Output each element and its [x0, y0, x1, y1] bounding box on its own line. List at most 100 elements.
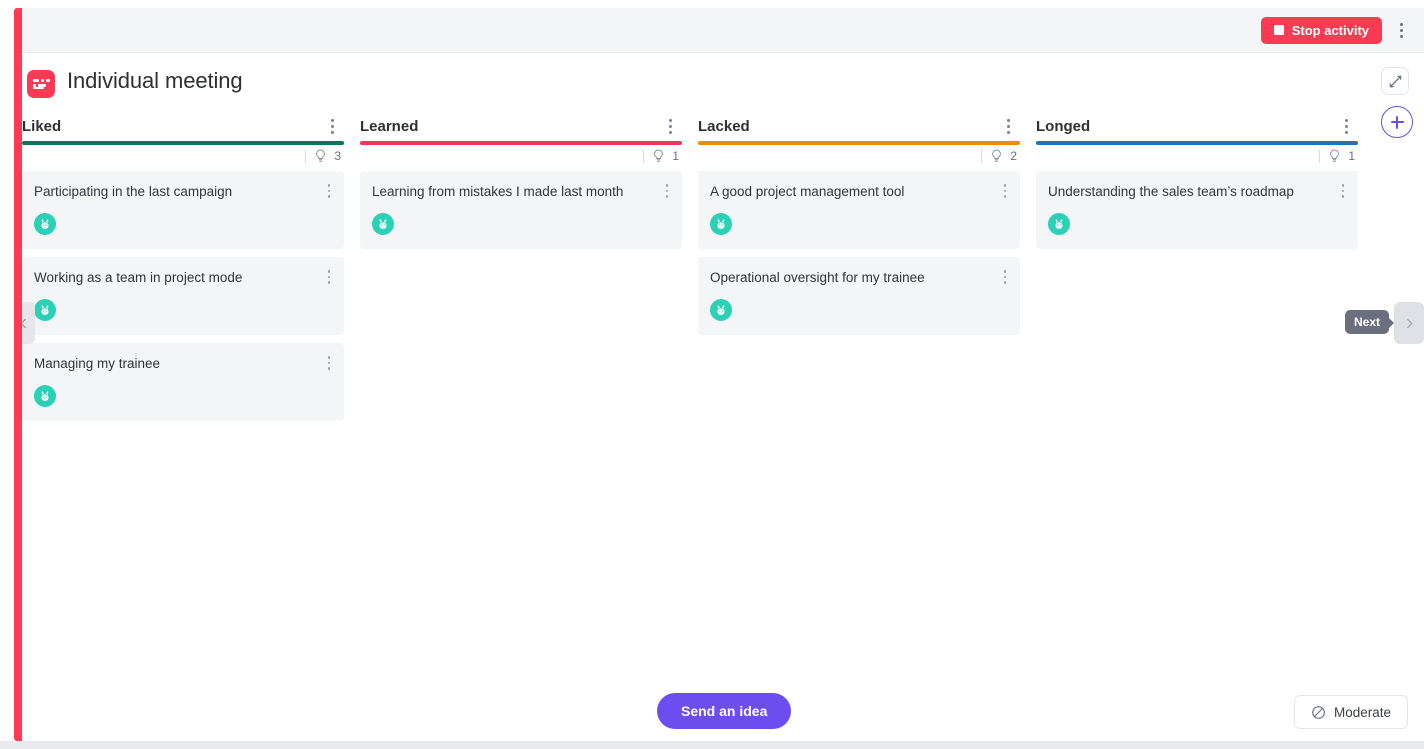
rabbit-avatar-icon — [379, 219, 387, 230]
avatar — [1048, 213, 1070, 236]
column-title: Longed — [1036, 117, 1091, 135]
kebab-dot — [1399, 22, 1403, 26]
avatar — [710, 299, 732, 322]
kebab-dot — [327, 184, 331, 187]
avatar — [710, 213, 732, 236]
kebab-dot — [327, 195, 331, 198]
rabbit-avatar-icon — [717, 219, 725, 230]
kebab-dot — [1003, 189, 1007, 193]
rabbit-avatar-icon — [41, 219, 49, 230]
app-logo-icon — [27, 70, 55, 98]
idea-card-text: Learning from mistakes I made last month — [372, 184, 624, 199]
moderate-button[interactable]: Moderate — [1293, 695, 1408, 729]
next-slide-button[interactable] — [1394, 302, 1424, 344]
avatar — [34, 299, 56, 322]
avatar — [372, 213, 394, 236]
left-accent-stripe — [14, 8, 22, 741]
column-header: Lacked — [698, 111, 1020, 141]
kebab-dot — [327, 281, 331, 284]
next-tooltip: Next — [1344, 310, 1395, 334]
board-footer: Send an idea Moderate — [22, 671, 1424, 741]
column-menu-button[interactable] — [998, 114, 1018, 138]
kebab-dot — [1344, 118, 1348, 122]
kebab-dot — [665, 184, 669, 187]
kebab-dot — [665, 195, 669, 198]
idea-card[interactable]: Understanding the sales team’s roadmap — [1036, 171, 1358, 249]
lightbulb-icon — [654, 149, 663, 162]
kebab-dot — [1003, 270, 1007, 273]
column-menu-button[interactable] — [660, 114, 680, 138]
card-menu-button[interactable] — [320, 353, 338, 373]
page-gutter-bottom — [0, 741, 1424, 749]
idea-card-text: Understanding the sales team’s roadmap — [1048, 184, 1294, 199]
kebab-dot — [1341, 195, 1345, 198]
lightbulb-icon — [1330, 149, 1339, 162]
idea-card[interactable]: Participating in the last campaign — [22, 171, 344, 249]
column-header: Learned — [360, 111, 682, 141]
kebab-dot — [1006, 124, 1010, 128]
card-menu-button[interactable] — [996, 181, 1014, 201]
kebab-dot — [1006, 130, 1010, 134]
idea-card[interactable]: Learning from mistakes I made last month — [360, 171, 682, 249]
send-idea-button[interactable]: Send an idea — [657, 693, 792, 729]
column-meta: 2 — [698, 145, 1020, 167]
kebab-dot — [330, 130, 334, 134]
kebab-dot — [1003, 195, 1007, 198]
idea-count: 1 — [1348, 149, 1355, 163]
idea-card[interactable]: Managing my trainee — [22, 343, 344, 421]
idea-count: 2 — [1010, 149, 1017, 163]
idea-card[interactable]: A good project management tool — [698, 171, 1020, 249]
kebab-dot — [1399, 34, 1403, 38]
prev-slide-button[interactable] — [22, 302, 35, 344]
kebab-dot — [1003, 281, 1007, 284]
idea-card-text: Working as a team in project mode — [34, 270, 243, 285]
meta-divider — [981, 149, 982, 163]
stop-activity-button[interactable]: Stop activity — [1260, 16, 1382, 44]
meta-divider — [643, 149, 644, 163]
board-column: Lacked 2 A good project management tool Ope… — [698, 111, 1020, 671]
chevron-left-icon — [22, 318, 26, 328]
board-column: Learned 1 Learning from mistakes I made la… — [360, 111, 682, 671]
card-menu-button[interactable] — [320, 267, 338, 287]
stop-activity-label: Stop activity — [1291, 22, 1369, 38]
card-menu-button[interactable] — [320, 181, 338, 201]
card-menu-button[interactable] — [1334, 181, 1352, 201]
toolbar-kebab-menu[interactable] — [1388, 15, 1414, 45]
kebab-dot — [1399, 28, 1403, 32]
meta-divider — [305, 149, 306, 163]
idea-count: 3 — [334, 149, 341, 163]
kebab-dot — [1341, 189, 1345, 193]
board-column: Longed 1 Understanding the sales team’s ro… — [1036, 111, 1358, 671]
board-column: Liked 3 Participating in the last campaign… — [22, 111, 344, 671]
lightbulb-icon — [316, 149, 325, 162]
kebab-dot — [1003, 275, 1007, 279]
column-cards: Learning from mistakes I made last month — [360, 167, 682, 249]
column-meta: 1 — [360, 145, 682, 167]
idea-card[interactable]: Working as a team in project mode — [22, 257, 344, 335]
stop-square-icon — [1273, 25, 1284, 35]
rabbit-avatar-icon — [1055, 219, 1063, 230]
idea-card-text: Managing my trainee — [34, 356, 161, 371]
add-column-button[interactable] — [1381, 106, 1413, 138]
kebab-dot — [327, 361, 331, 365]
collapse-diagonal-icon — [1389, 75, 1401, 87]
idea-card-text: Participating in the last campaign — [34, 184, 233, 199]
collapse-diagonal-icon-button[interactable] — [1381, 67, 1409, 95]
idea-card-text: Operational oversight for my trainee — [710, 270, 925, 285]
card-menu-button[interactable] — [658, 181, 676, 201]
lightbulb-icon — [992, 149, 1001, 162]
idea-count: 1 — [672, 149, 679, 163]
column-title: Learned — [360, 117, 419, 135]
kebab-dot — [1003, 184, 1007, 187]
kebab-dot — [668, 130, 672, 134]
column-title: Liked — [22, 117, 62, 135]
column-cards: Understanding the sales team’s roadmap — [1036, 167, 1358, 249]
idea-card[interactable]: Operational oversight for my trainee — [698, 257, 1020, 335]
top-toolbar: Stop activity — [22, 8, 1424, 53]
card-menu-button[interactable] — [996, 267, 1014, 287]
column-menu-button[interactable] — [322, 114, 342, 138]
page-title: Individual meeting — [67, 68, 243, 93]
kebab-dot — [1344, 124, 1348, 128]
kebab-dot — [1341, 184, 1345, 187]
column-menu-button[interactable] — [1336, 114, 1356, 138]
